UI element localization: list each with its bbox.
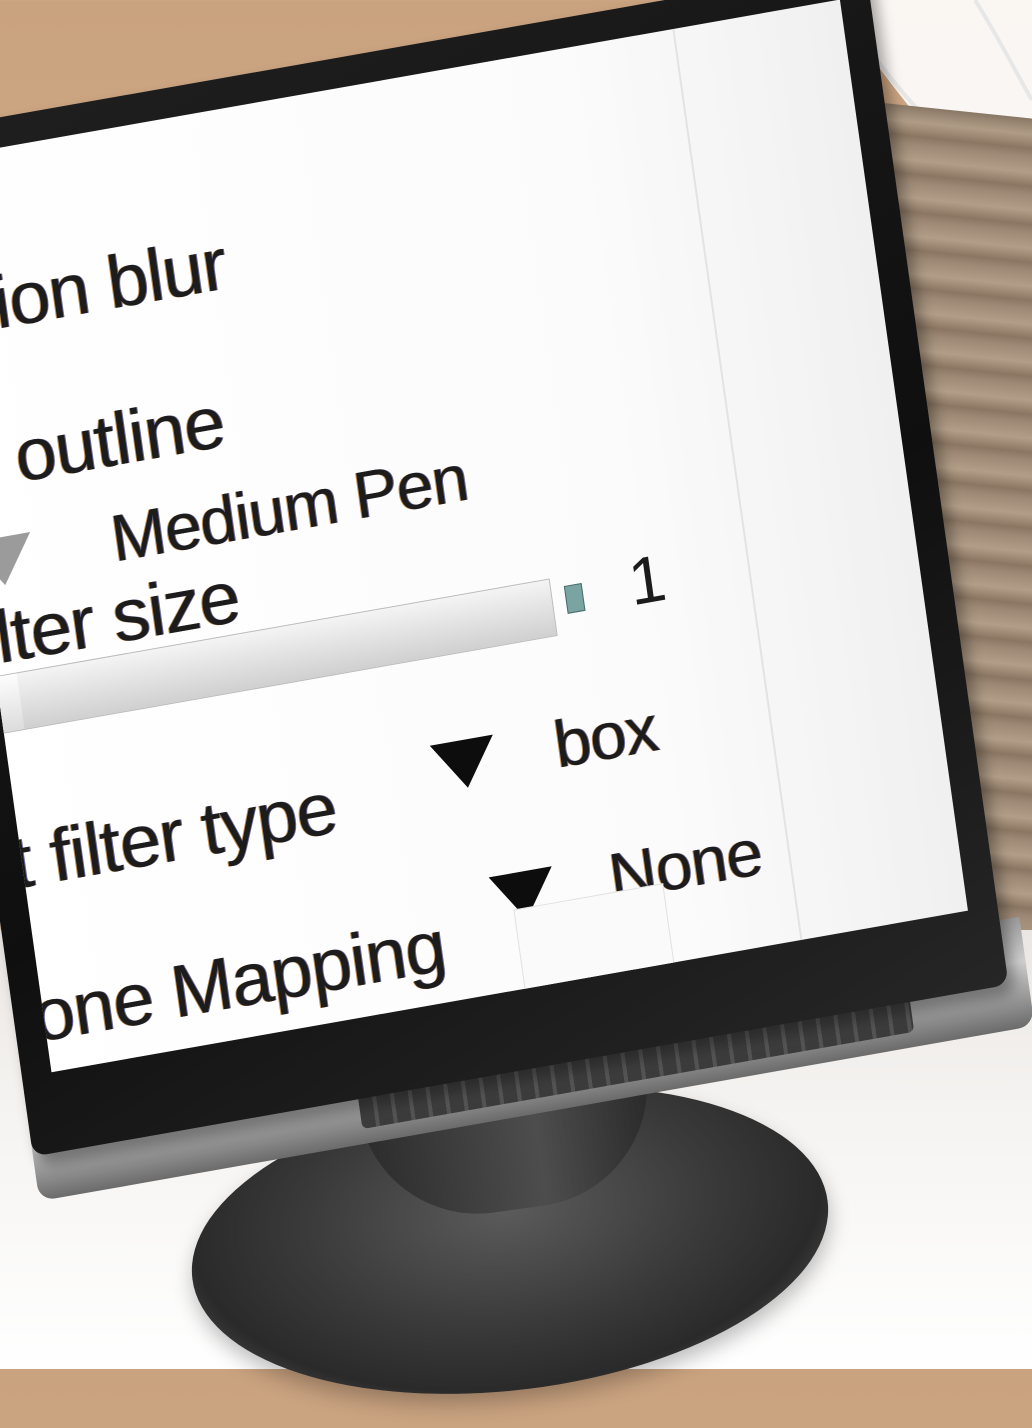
- monitor-bezel: otion blur n outline Medium Pen ilter si…: [0, 0, 1009, 1157]
- slider-handle[interactable]: [563, 582, 586, 614]
- filter-size-value: 1: [623, 539, 670, 620]
- motion-blur-label: otion blur: [0, 221, 231, 356]
- monitor: otion blur n outline Medium Pen ilter si…: [0, 0, 1032, 1246]
- pixel-filter-type-label: t filter type: [6, 765, 342, 905]
- pixel-filter-type-row: t filter type: [6, 764, 341, 905]
- pixel-filter-type-value: box: [549, 690, 662, 782]
- motion-blur-row[interactable]: otion blur: [0, 221, 231, 356]
- pixel-filter-type-dropdown[interactable]: box: [426, 683, 662, 807]
- panel-divider: [672, 28, 803, 941]
- dropdown-arrow-icon[interactable]: [0, 532, 37, 592]
- render-settings-panel: otion blur n outline Medium Pen ilter si…: [0, 0, 968, 1073]
- slider-fill: [0, 673, 25, 740]
- dropdown-arrow-icon[interactable]: [429, 735, 500, 794]
- tone-mapping-row: one Mapping: [28, 902, 451, 1059]
- tone-mapping-label: one Mapping: [27, 903, 451, 1059]
